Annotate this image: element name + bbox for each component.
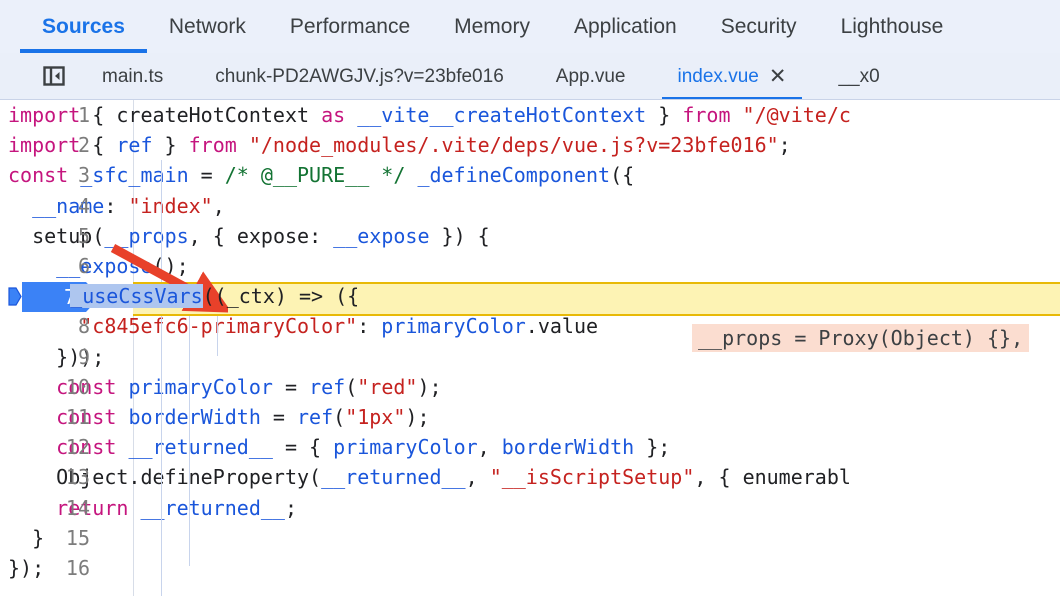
line-number[interactable]: 1 [20,100,90,130]
panel-tab-label: Memory [454,15,530,38]
line-number[interactable]: 16 [20,553,90,583]
devtools-sources-panel: Sources Network Performance Memory Appli… [0,0,1060,596]
panel-tab-label: Lighthouse [840,15,944,38]
file-tab-x0[interactable]: __x0 [812,53,905,99]
line-number[interactable]: 11 [20,402,90,432]
panel-tab-security[interactable]: Security [699,0,819,53]
line-number[interactable]: 12 [20,432,90,462]
code-line[interactable]: _useCssVars((_ctx) => ({ [0,281,359,311]
code-line[interactable]: const __returned__ = { primaryColor, bor… [0,432,670,462]
panel-tab-lighthouse[interactable]: Lighthouse [819,0,966,53]
panel-tab-network[interactable]: Network [147,0,268,53]
panel-tab-label: Sources [42,15,125,38]
line-number[interactable]: 6 [20,251,90,281]
panel-tab-bar: Sources Network Performance Memory Appli… [0,0,1060,53]
file-tab-label: main.ts [102,65,164,87]
code-line[interactable]: Object.defineProperty(__returned__, "__i… [0,462,851,492]
file-tab-index-vue[interactable]: index.vue ✕ [652,53,813,99]
panel-left-icon[interactable] [32,53,76,99]
panel-tab-performance[interactable]: Performance [268,0,432,53]
close-icon[interactable]: ✕ [769,66,787,87]
line-number[interactable]: 8 [20,311,90,341]
code-line[interactable]: import { createHotContext as __vite__cre… [0,100,851,130]
indent-guide [161,160,162,596]
panel-tab-application[interactable]: Application [552,0,699,53]
panel-tab-label: Application [573,15,677,38]
line-number[interactable]: 9 [20,342,90,372]
line-number[interactable]: 5 [20,221,90,251]
line-number[interactable]: 3 [20,160,90,190]
code-line[interactable]: import { ref } from "/node_modules/.vite… [0,130,791,160]
file-tab-main-ts[interactable]: main.ts [76,53,189,99]
file-tab-label: __x0 [838,65,880,87]
file-tab-label: index.vue [677,65,759,87]
inline-value-hint: __props = Proxy(Object) {}, [692,324,1030,352]
panel-tab-label: Network [168,15,246,38]
file-tab-label: App.vue [555,65,626,87]
line-number[interactable]: 2 [20,130,90,160]
file-tab-bar: main.ts chunk-PD2AWGJV.js?v=23bfe016 App… [0,53,1060,100]
code-line[interactable]: const _sfc_main = /* @__PURE__ */ _defin… [0,160,634,190]
line-number[interactable]: 10 [20,372,90,402]
panel-tab-sources[interactable]: Sources [20,0,147,53]
file-tab-chunk-js[interactable]: chunk-PD2AWGJV.js?v=23bfe016 [189,53,530,99]
line-number[interactable]: 14 [20,493,90,523]
line-number[interactable]: 13 [20,462,90,492]
code-editor[interactable]: import { createHotContext as __vite__cre… [0,100,1060,596]
panel-tab-memory[interactable]: Memory [432,0,552,53]
line-number[interactable]: 4 [20,191,90,221]
indent-guide [217,311,218,356]
line-number[interactable]: 15 [20,523,90,553]
indent-guide [189,311,190,566]
file-tab-app-vue[interactable]: App.vue [530,53,652,99]
file-tab-label: chunk-PD2AWGJV.js?v=23bfe016 [215,65,504,87]
panel-tab-label: Performance [289,15,411,38]
panel-tab-label: Security [720,15,797,38]
